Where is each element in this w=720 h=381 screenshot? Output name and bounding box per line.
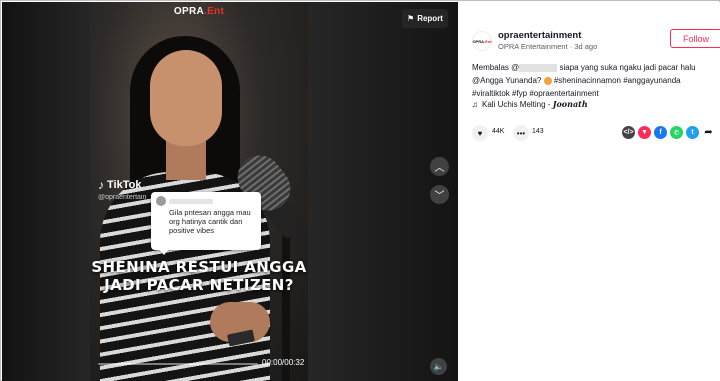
account-avatar[interactable]: OPRA .Ent [472, 31, 492, 51]
video-blur-left [2, 2, 90, 381]
embed-icon[interactable]: </> [622, 126, 635, 139]
comment-header [156, 196, 256, 206]
video-headline: SHENINA RESTUI ANGGA JADI PACAR NETIZEN? [91, 258, 307, 294]
comment-button[interactable]: ••• [513, 125, 529, 141]
meta-separator: · [569, 42, 573, 51]
music-title: Kali Uchis Melting - [482, 100, 553, 109]
account-display-name: OPRA Entertainment [498, 42, 568, 51]
tiktok-handle: @opraentertain [98, 194, 147, 201]
comment-avatar [156, 196, 166, 206]
hashtags-line-3[interactable]: #viraltiktok #fyp #opraentertainment [472, 89, 599, 98]
twitter-icon[interactable]: t [686, 126, 699, 139]
tiktok-wordmark: TikTok [107, 179, 142, 191]
comment-text: Gila pntesan angga mau org hatinya canti… [169, 208, 251, 235]
time-readout: 00:00/00:32 [262, 358, 305, 367]
follow-button[interactable]: Follow [670, 29, 720, 48]
mention-link[interactable]: @Angga Yunanda? [472, 76, 544, 85]
tiktok-note-icon: ♪ [98, 178, 104, 192]
person-neck [166, 140, 206, 180]
progress-bar[interactable] [98, 363, 258, 365]
next-video-button[interactable]: ﹀ [430, 185, 449, 204]
like-button[interactable]: ♥ [472, 125, 488, 141]
person-face [150, 50, 222, 146]
facebook-icon[interactable]: f [654, 126, 667, 139]
comment-count: 143 [532, 128, 544, 135]
tiktok-embed-frame: OPRA.Ent ♪ TikTok @opraentertain Gila pn… [0, 0, 720, 381]
info-pane: OPRA .Ent opraentertainment OPRA Entertai… [458, 2, 720, 381]
speaker-icon: 🔈 [433, 362, 444, 371]
hashtags-line-2[interactable]: #sheninacinnamon #anggayunanda [552, 76, 681, 85]
music-row[interactable]: ♫ Kali Uchis Melting - Joonath [472, 99, 588, 109]
account-username[interactable]: opraentertainment [498, 30, 581, 41]
report-label: Report [417, 14, 443, 23]
flag-icon: ⚑ [407, 14, 415, 23]
volume-button[interactable]: 🔈 [430, 358, 447, 375]
account-header: OPRA .Ent opraentertainment OPRA Entertai… [472, 29, 720, 53]
reply-comment-bubble: Gila pntesan angga mau org hatinya canti… [151, 192, 261, 255]
heart-icon: ♥ [477, 128, 483, 138]
music-signature: Joonath [552, 99, 588, 109]
account-meta: OPRA Entertainment · 3d ago [498, 42, 597, 51]
previous-video-button[interactable]: ︿ [430, 157, 449, 176]
redacted-username [519, 63, 558, 72]
chevron-down-icon: ﹀ [434, 191, 445, 202]
comment-icon: ••• [516, 128, 526, 138]
whatsapp-icon[interactable]: ✆ [670, 126, 683, 139]
comment-username-redacted [169, 198, 213, 204]
share-arrow-icon[interactable]: ➦ [702, 126, 715, 139]
music-note-icon: ♫ [472, 99, 478, 109]
comment-tail [159, 249, 169, 255]
like-count: 44K [492, 128, 505, 135]
chevron-up-icon: ︿ [434, 163, 445, 174]
video-player[interactable]: OPRA.Ent ♪ TikTok @opraentertain Gila pn… [90, 2, 308, 381]
actions-row: ♥ 44K ••• 143 </> ▼ f ✆ t ➦ [472, 125, 715, 141]
tiktok-watermark: ♪ TikTok [98, 178, 141, 192]
video-caption: Membalas @ siapa yang suka ngaku jadi pa… [472, 63, 696, 98]
post-age: 3d ago [574, 42, 598, 51]
send-to-friends-icon[interactable]: ▼ [638, 126, 651, 139]
video-pane[interactable]: OPRA.Ent ♪ TikTok @opraentertain Gila pn… [2, 2, 458, 381]
report-button[interactable]: ⚑ Report [402, 9, 448, 28]
brand-logo: OPRA.Ent [173, 6, 225, 17]
emoji-icon [543, 76, 552, 85]
